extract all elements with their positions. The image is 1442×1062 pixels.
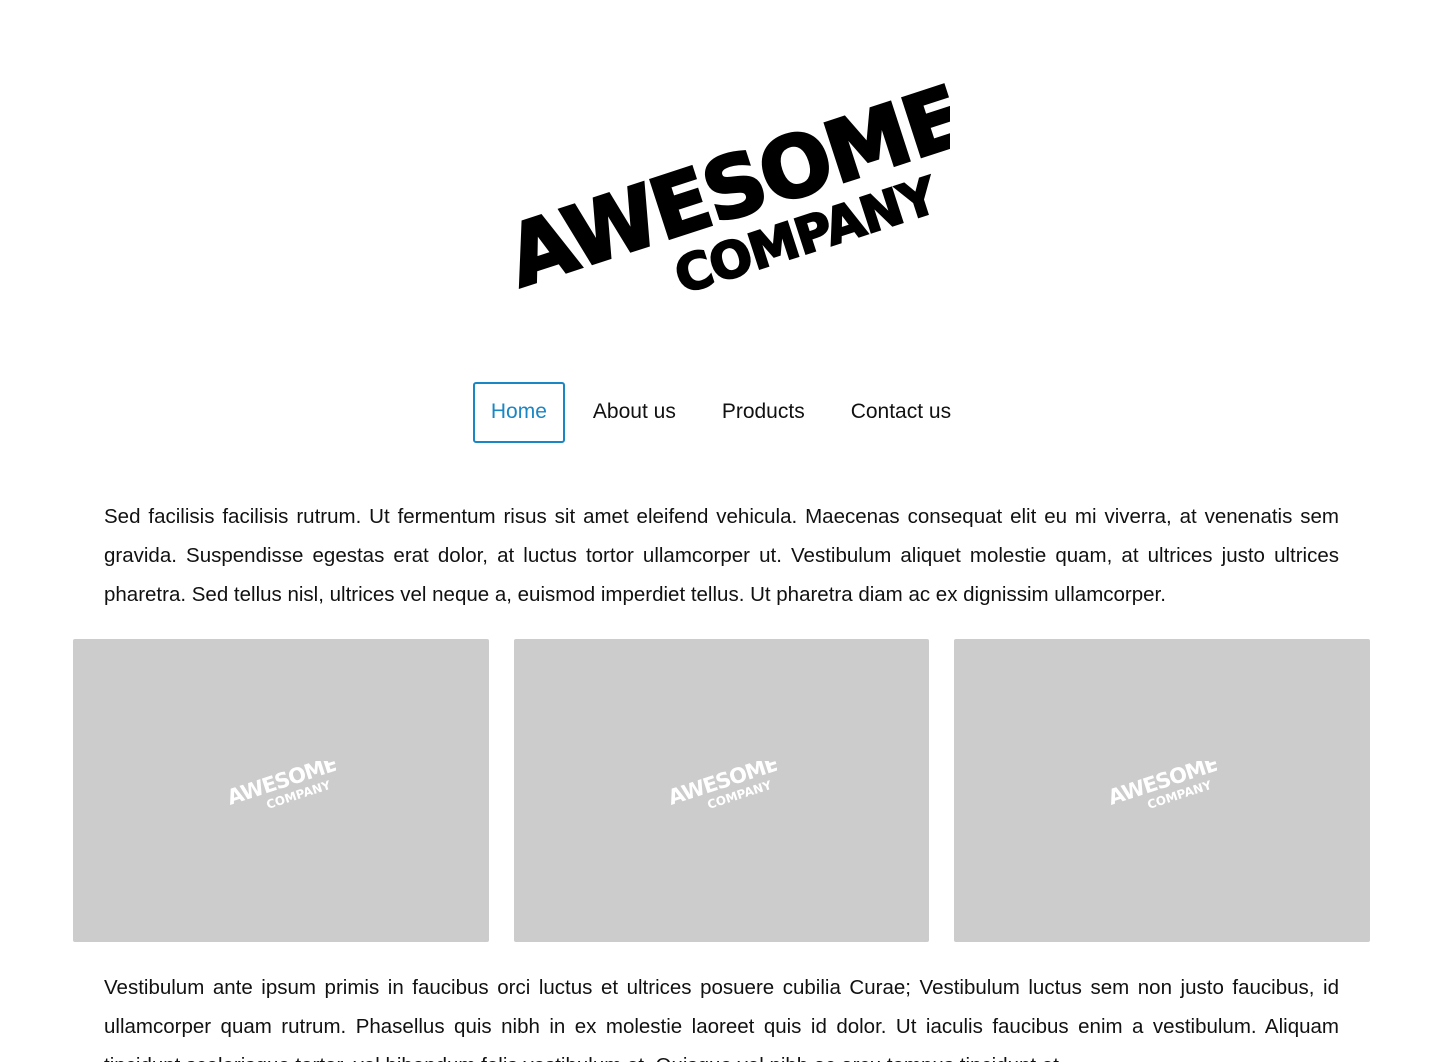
placeholder-logo-icon: AWESOME COMPANY	[226, 761, 336, 812]
gallery-image-1[interactable]: AWESOME COMPANY	[73, 639, 489, 942]
company-logo-graphic: AWESOME COMPANY	[500, 82, 950, 307]
gallery-image-3[interactable]: AWESOME COMPANY	[954, 639, 1371, 942]
company-logo[interactable]: AWESOME COMPANY	[500, 82, 950, 307]
nav-products[interactable]: Products	[704, 382, 823, 443]
nav-contact-us[interactable]: Contact us	[833, 382, 969, 443]
main-navigation: Home About us Products Contact us	[0, 382, 1442, 443]
nav-about-us[interactable]: About us	[575, 382, 694, 443]
nav-home[interactable]: Home	[472, 382, 565, 443]
intro-paragraph: Sed facilisis facilisis rutrum. Ut ferme…	[104, 505, 1339, 606]
placeholder-logo-icon: AWESOME COMPANY	[667, 761, 777, 812]
gallery-image-2[interactable]: AWESOME COMPANY	[513, 639, 930, 942]
body-paragraph: Vestibulum ante ipsum primis in faucibus…	[104, 976, 1339, 1062]
placeholder-logo-icon: AWESOME COMPANY	[1107, 761, 1217, 812]
page: AWESOME COMPANY Home About us Products C…	[0, 0, 1442, 1062]
image-gallery: AWESOME COMPANY AWESOME COMPANY AWESOME …	[73, 639, 1371, 942]
